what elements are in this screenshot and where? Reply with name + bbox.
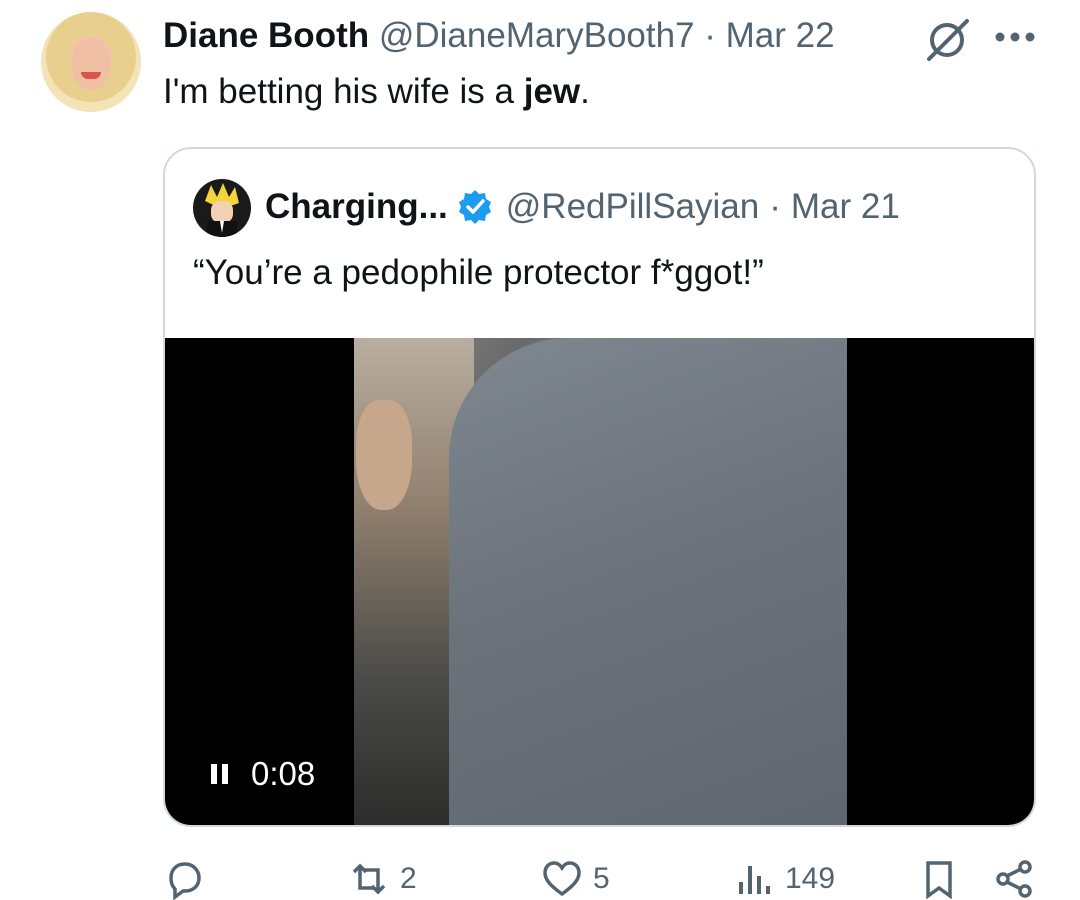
user-handle[interactable]: @DianeMaryBooth7 — [379, 16, 695, 55]
like-button[interactable]: 5 — [541, 858, 610, 900]
display-name[interactable]: Diane Booth — [163, 16, 369, 55]
tweet-date[interactable]: Mar 22 — [726, 16, 835, 55]
video-timestamp: 0:08 — [251, 755, 316, 792]
share-button[interactable] — [993, 858, 1035, 900]
separator-dot: · — [704, 16, 716, 55]
quoted-tweet-header: Charging... @RedPillSayian · Mar 21 — [265, 185, 900, 229]
quoted-user-avatar[interactable] — [193, 179, 251, 237]
user-avatar[interactable] — [41, 12, 141, 112]
bookmark-button[interactable] — [918, 858, 960, 900]
grok-icon[interactable] — [922, 15, 972, 65]
video-frame — [354, 338, 847, 825]
bookmark-icon — [926, 861, 952, 900]
verified-icon — [458, 190, 491, 224]
views-button[interactable]: 149 — [733, 858, 835, 900]
quoted-tweet-text: “You’re a pedophile protector f*ggot!” — [193, 253, 764, 292]
reply-icon — [169, 862, 201, 900]
tweet-text-prefix: I'm betting his wife is a — [163, 72, 524, 111]
share-icon — [996, 860, 1032, 898]
video-player[interactable]: 0:08 — [165, 338, 1034, 825]
views-icon — [739, 866, 770, 894]
like-count: 5 — [593, 862, 610, 895]
tweet-header: Diane Booth @DianeMaryBooth7 · Mar 22 — [163, 14, 835, 58]
retweet-button[interactable]: 2 — [348, 858, 417, 900]
like-icon — [543, 861, 581, 897]
video-controls[interactable]: 0:08 — [209, 754, 315, 794]
tweet-text-bold: jew — [523, 72, 581, 111]
quoted-separator-dot: · — [769, 187, 781, 226]
retweet-count: 2 — [400, 862, 417, 895]
tweet-text-suffix: . — [580, 72, 590, 111]
more-icon[interactable] — [992, 22, 1038, 52]
tweet-action-bar: 2 5 149 — [163, 858, 1043, 900]
quoted-tweet-card[interactable]: Charging... @RedPillSayian · Mar 21 “You… — [163, 147, 1036, 827]
tweet-text: I'm betting his wife is a jew. — [163, 70, 590, 114]
quoted-tweet-date[interactable]: Mar 21 — [791, 185, 900, 229]
retweet-icon — [352, 863, 386, 895]
quoted-display-name[interactable]: Charging... — [265, 185, 448, 229]
reply-button[interactable] — [163, 858, 215, 900]
view-count: 149 — [785, 862, 836, 895]
pause-icon[interactable] — [209, 762, 231, 786]
quoted-user-handle[interactable]: @RedPillSayian — [506, 185, 759, 229]
